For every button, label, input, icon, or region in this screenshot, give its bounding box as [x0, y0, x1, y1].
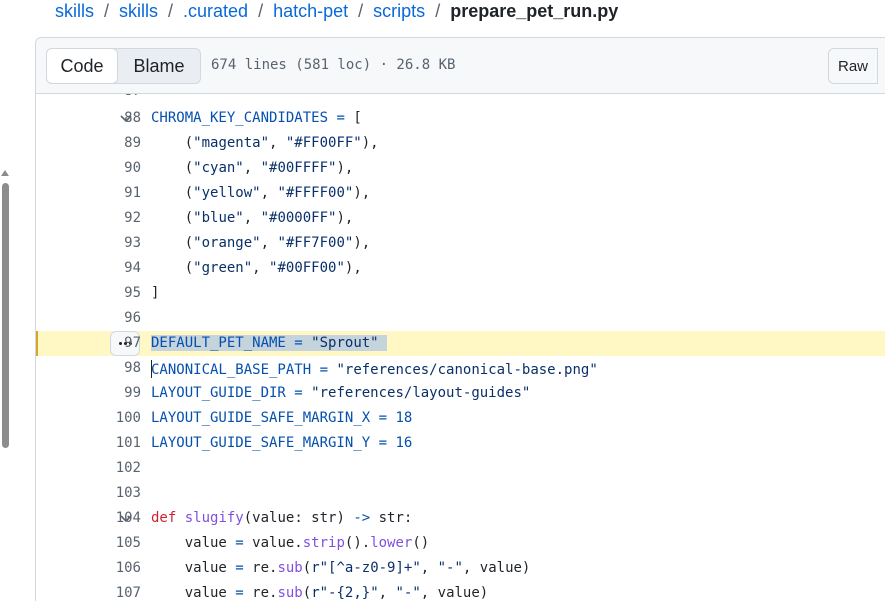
scrollbar-thumb[interactable]	[2, 183, 9, 448]
code-line: 91 ("yellow", "#FFFF00"),	[36, 181, 885, 206]
code-text: CHROMA_KEY_CANDIDATES = [	[151, 110, 362, 126]
breadcrumb: skills / skills / .curated / hatch-pet /…	[55, 0, 618, 22]
code-line: 98 CANONICAL_BASE_PATH = "references/can…	[36, 356, 885, 381]
line-number[interactable]: 94	[124, 260, 141, 276]
code-text: def slugify(value: str) -> str:	[151, 510, 413, 526]
line-number[interactable]: 93	[124, 235, 141, 251]
breadcrumb-item-curated[interactable]: .curated	[183, 1, 248, 22]
line-number[interactable]: 92	[124, 210, 141, 226]
code-line: 106 value = re.sub(r"[^a-z0-9]+", "-", v…	[36, 556, 885, 581]
line-number[interactable]: 96	[124, 310, 141, 326]
breadcrumb-separator: /	[358, 0, 364, 21]
code-text: LAYOUT_GUIDE_SAFE_MARGIN_Y = 16	[151, 435, 413, 451]
code-text: ("magenta", "#FF00FF"),	[151, 135, 379, 151]
line-number[interactable]: 89	[124, 135, 141, 151]
line-number[interactable]: 100	[116, 410, 141, 426]
vertical-scrollbar[interactable]	[0, 0, 12, 601]
code-line: 87	[36, 94, 885, 104]
code-line: 100 LAYOUT_GUIDE_SAFE_MARGIN_X = 18	[36, 406, 885, 431]
code-tab-button[interactable]: Code	[46, 48, 118, 84]
line-number[interactable]: 87	[124, 94, 141, 99]
scroll-up-arrow-icon[interactable]	[1, 170, 9, 176]
line-number[interactable]: 106	[116, 560, 141, 576]
code-text: ]	[151, 285, 160, 301]
code-text: LAYOUT_GUIDE_SAFE_MARGIN_X = 18	[151, 410, 413, 426]
code-text: ("cyan", "#00FFFF"),	[151, 160, 354, 176]
code-text: DEFAULT_PET_NAME = "Sprout"	[151, 335, 388, 351]
breadcrumb-item-skills[interactable]: skills	[119, 1, 158, 22]
code-line: 104 def slugify(value: str) -> str:	[36, 506, 885, 531]
code-line: 102	[36, 456, 885, 481]
line-number[interactable]: 99	[124, 385, 141, 401]
code-line: 96	[36, 306, 885, 331]
code-line: 105 value = value.strip().lower()	[36, 531, 885, 556]
line-number[interactable]: 101	[116, 435, 141, 451]
breadcrumb-item-scripts[interactable]: scripts	[373, 1, 425, 22]
code-line: 99 LAYOUT_GUIDE_DIR = "references/layout…	[36, 381, 885, 406]
line-number[interactable]: 95	[124, 285, 141, 301]
code-viewer[interactable]: 87 88 CHROMA_KEY_CANDIDATES = [ 89 ("mag…	[35, 94, 885, 601]
code-line-highlighted: 97 DEFAULT_PET_NAME = "Sprout"	[36, 331, 885, 356]
breadcrumb-current-file: prepare_pet_run.py	[450, 0, 619, 21]
line-number[interactable]: 98	[124, 360, 141, 376]
line-number[interactable]: 91	[124, 185, 141, 201]
code-line: 90 ("cyan", "#00FFFF"),	[36, 156, 885, 181]
code-text: value = value.strip().lower()	[151, 535, 430, 551]
line-number[interactable]: 103	[116, 485, 141, 501]
line-number[interactable]: 105	[116, 535, 141, 551]
chevron-down-icon[interactable]	[120, 115, 132, 124]
code-line: 93 ("orange", "#FF7F00"),	[36, 231, 885, 256]
chevron-down-icon[interactable]	[120, 515, 132, 524]
line-number[interactable]: 90	[124, 160, 141, 176]
code-line: 92 ("blue", "#0000FF"),	[36, 206, 885, 231]
breadcrumb-separator: /	[435, 0, 441, 21]
code-text: LAYOUT_GUIDE_DIR = "references/layout-gu…	[151, 385, 531, 401]
breadcrumb-separator: /	[104, 0, 110, 21]
code-line: 101 LAYOUT_GUIDE_SAFE_MARGIN_Y = 16	[36, 431, 885, 456]
blame-tab-button[interactable]: Blame	[118, 49, 200, 83]
code-line: 95 ]	[36, 281, 885, 306]
code-text: ("yellow", "#FFFF00"),	[151, 185, 371, 201]
code-text: ("green", "#00FF00"),	[151, 260, 362, 276]
code-line: 89 ("magenta", "#FF00FF"),	[36, 131, 885, 156]
code-line: 103	[36, 481, 885, 506]
line-number[interactable]: 102	[116, 460, 141, 476]
code-text: ("blue", "#0000FF"),	[151, 210, 354, 226]
code-text: value = re.sub(r"-{2,}", "-", value)	[151, 585, 489, 601]
breadcrumb-item-skills-root[interactable]: skills	[55, 1, 94, 22]
highlight-marker	[36, 331, 38, 356]
file-info: 674 lines (581 loc) · 26.8 KB	[211, 57, 456, 73]
breadcrumb-separator: /	[258, 0, 264, 21]
breadcrumb-item-hatch-pet[interactable]: hatch-pet	[273, 1, 348, 22]
line-number[interactable]: 97	[124, 335, 141, 351]
code-line: 107 value = re.sub(r"-{2,}", "-", value)	[36, 581, 885, 601]
raw-button[interactable]: Raw	[828, 48, 878, 84]
view-mode-toggle: Code Blame	[46, 48, 201, 84]
breadcrumb-separator: /	[168, 0, 174, 21]
code-line: 88 CHROMA_KEY_CANDIDATES = [	[36, 106, 885, 131]
code-text: CANONICAL_BASE_PATH = "references/canoni…	[151, 360, 598, 378]
code-text: ("orange", "#FF7F00"),	[151, 235, 371, 251]
line-number[interactable]: 107	[116, 585, 141, 601]
code-text: value = re.sub(r"[^a-z0-9]+", "-", value…	[151, 560, 531, 576]
code-line: 94 ("green", "#00FF00"),	[36, 256, 885, 281]
file-header-bar: Code Blame 674 lines (581 loc) · 26.8 KB…	[35, 37, 885, 94]
